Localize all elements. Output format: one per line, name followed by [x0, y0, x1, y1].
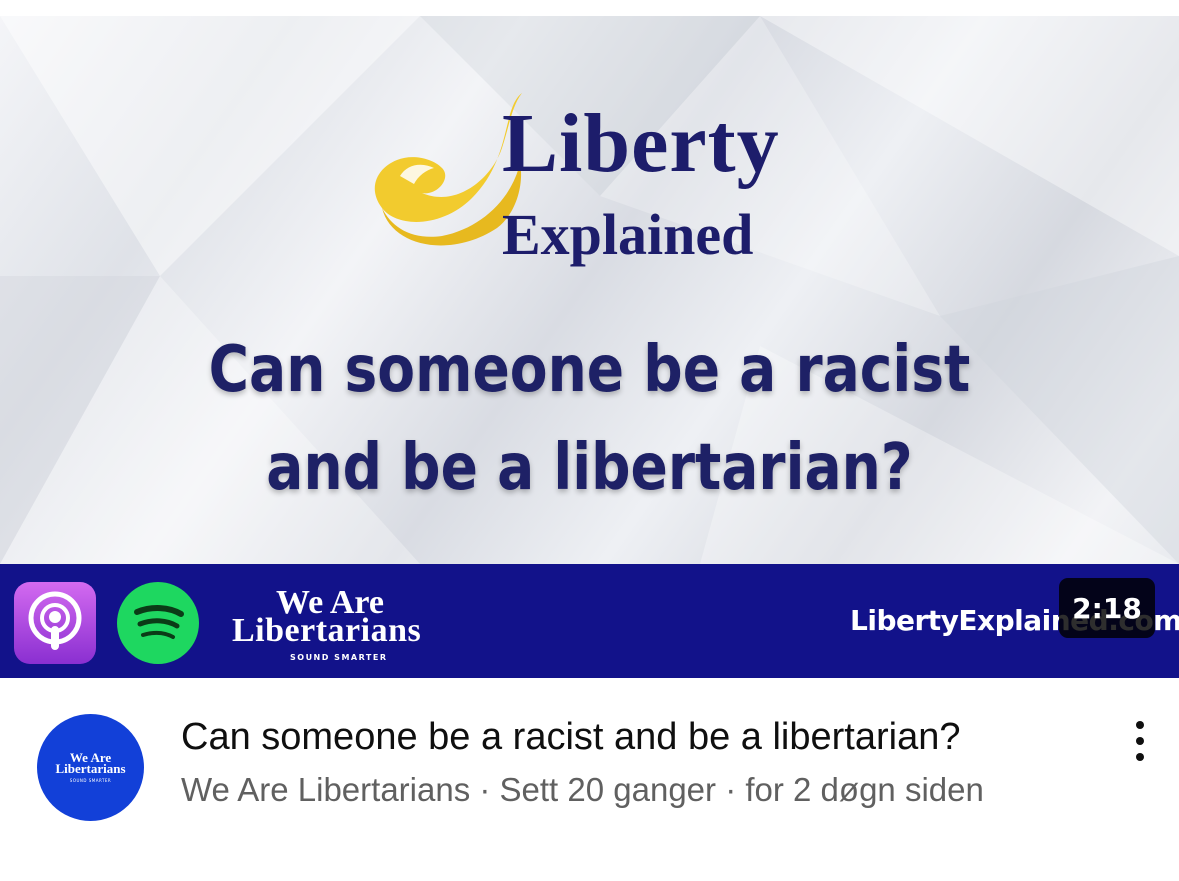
channel-avatar[interactable]: We Are Libertarians SOUND SMARTER	[37, 714, 144, 821]
thumbnail-question-line-1: Can someone be a racist	[208, 333, 971, 407]
spotify-icon	[117, 582, 199, 664]
more-options-button[interactable]	[1120, 718, 1160, 764]
video-duration-badge: 2:18	[1059, 578, 1155, 638]
vertical-ellipsis-icon	[1136, 721, 1144, 761]
brand-line-2: Libertarians	[232, 612, 422, 649]
apple-podcasts-icon	[14, 582, 96, 664]
brand-tagline: SOUND SMARTER	[290, 653, 388, 662]
thumbnail-question-line-2: and be a libertarian?	[266, 431, 913, 505]
logo-title-liberty: Liberty	[502, 97, 780, 190]
logo-title-explained: Explained	[502, 202, 754, 267]
avatar-tagline: SOUND SMARTER	[69, 778, 112, 783]
thumbnail-banner: We Are Libertarians SOUND SMARTER Libert…	[0, 564, 1179, 678]
video-thumbnail[interactable]: Liberty Explained Can someone be a racis…	[0, 16, 1179, 678]
avatar-line-2: Libertarians	[55, 761, 126, 776]
video-meta: We Are Libertarians · Sett 20 ganger · f…	[181, 771, 984, 808]
we-are-libertarians-logo: We Are Libertarians SOUND SMARTER	[232, 586, 462, 666]
liberty-explained-logo: Liberty Explained	[352, 88, 832, 288]
video-title[interactable]: Can someone be a racist and be a liberta…	[181, 716, 960, 759]
